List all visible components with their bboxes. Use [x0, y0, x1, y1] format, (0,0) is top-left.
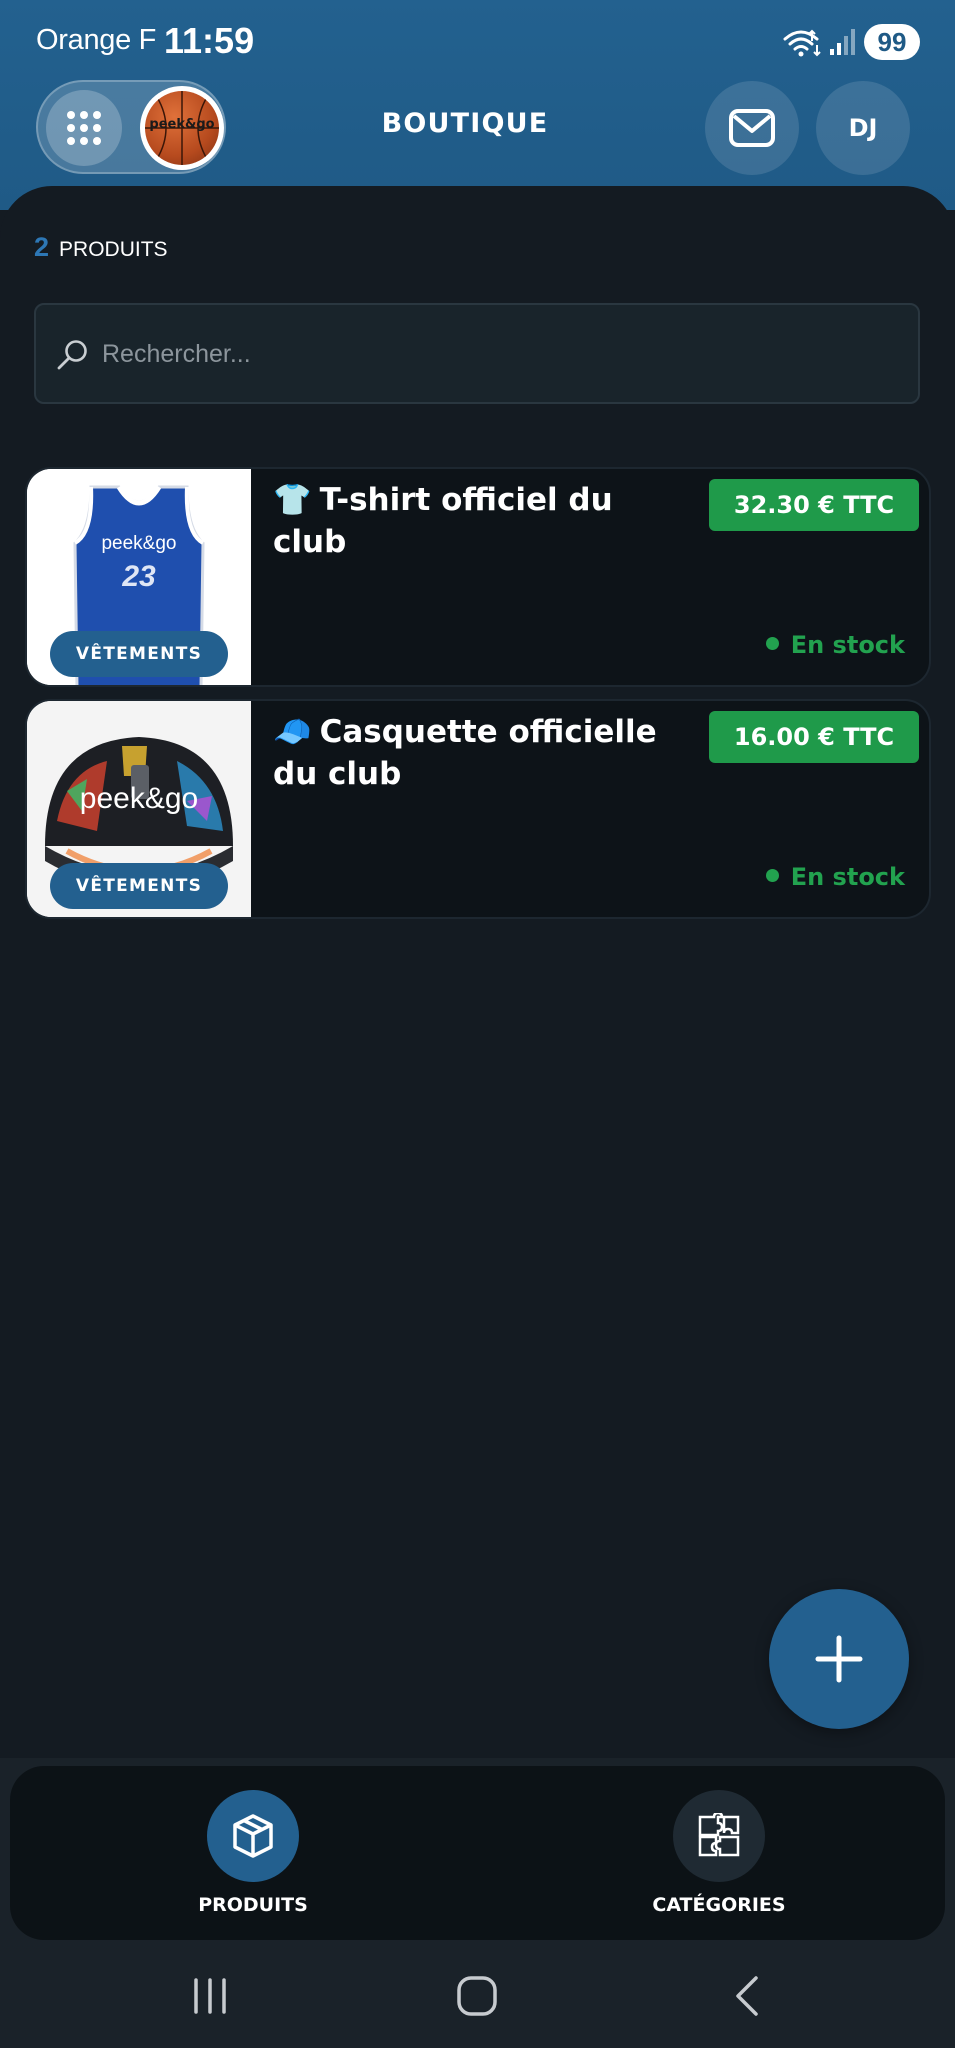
product-title: 👕 T-shirt officiel du club [273, 479, 693, 563]
nav-categories-label: CATÉGORIES [652, 1894, 786, 1916]
stock-label: En stock [790, 631, 905, 659]
basketball-logo-icon: peek&go [145, 91, 219, 165]
product-card[interactable]: peek&go VÊTEMENTS 🧢 Casquette officielle … [25, 699, 931, 919]
add-product-button[interactable] [769, 1589, 909, 1729]
product-title-text: T-shirt officiel du club [273, 482, 613, 560]
nav-item-products[interactable]: PRODUITS [133, 1766, 373, 1940]
puzzle-icon [698, 1813, 740, 1857]
grid-icon [67, 111, 101, 145]
app-switcher: peek&go [36, 80, 226, 174]
status-time: 11:59 [164, 20, 255, 61]
product-image: peek&go 23 VÊTEMENTS [27, 469, 251, 685]
product-title-text: Casquette officielle du club [273, 714, 657, 792]
status-bar: Orange F 11:59 99 [0, 0, 955, 80]
category-badge: VÊTEMENTS [50, 631, 228, 677]
search-icon [57, 340, 87, 370]
battery-indicator: 99 [864, 24, 920, 60]
product-title: 🧢 Casquette officielle du club [273, 711, 693, 795]
logo-text: peek&go [149, 117, 215, 132]
cap-logo-text: peek&go [80, 782, 198, 815]
jersey-number: 23 [121, 560, 156, 593]
nav-item-categories[interactable]: CATÉGORIES [599, 1766, 839, 1940]
search-input[interactable] [102, 327, 882, 381]
mail-icon [729, 109, 775, 147]
price-badge: 32.30 € TTC [709, 479, 919, 531]
stock-status: En stock [765, 863, 905, 891]
club-logo-button[interactable]: peek&go [140, 86, 224, 170]
wifi-icon [783, 29, 821, 57]
tshirt-icon: 👕 [273, 482, 312, 518]
system-nav-bar [0, 1960, 955, 2048]
nav-products-circle [207, 1790, 299, 1882]
content-panel [0, 186, 955, 1776]
products-count: 2 PRODUITS [34, 232, 168, 263]
jersey-logo-text: peek&go [101, 533, 176, 554]
cap-icon: 🧢 [273, 714, 312, 750]
search-bar [34, 303, 920, 404]
home-icon[interactable] [455, 1974, 499, 2018]
price-badge: 16.00 € TTC [709, 711, 919, 763]
back-icon[interactable] [728, 1974, 768, 2018]
nav-products-label: PRODUITS [198, 1894, 308, 1916]
products-count-label: PRODUITS [59, 238, 168, 261]
plus-icon [815, 1635, 863, 1683]
bottom-nav: PRODUITS CATÉGORIES [10, 1766, 945, 1940]
messages-button[interactable] [705, 81, 799, 175]
stock-dot-icon [765, 637, 779, 650]
signal-icon [830, 29, 855, 55]
products-count-number: 2 [34, 232, 50, 262]
recent-apps-icon[interactable] [190, 1976, 230, 2016]
apps-grid-button[interactable] [46, 90, 122, 166]
box-icon [233, 1814, 273, 1858]
stock-status: En stock [765, 631, 905, 659]
page-title: BOUTIQUE [381, 108, 549, 139]
category-badge: VÊTEMENTS [50, 863, 228, 909]
nav-categories-circle [673, 1790, 765, 1882]
stock-dot-icon [765, 869, 779, 882]
stock-label: En stock [790, 863, 905, 891]
product-image: peek&go VÊTEMENTS [27, 701, 251, 917]
product-card[interactable]: peek&go 23 VÊTEMENTS 👕 T-shirt officiel d… [25, 467, 931, 687]
carrier-name: Orange F [36, 24, 157, 56]
user-avatar[interactable]: DJ [816, 81, 910, 175]
